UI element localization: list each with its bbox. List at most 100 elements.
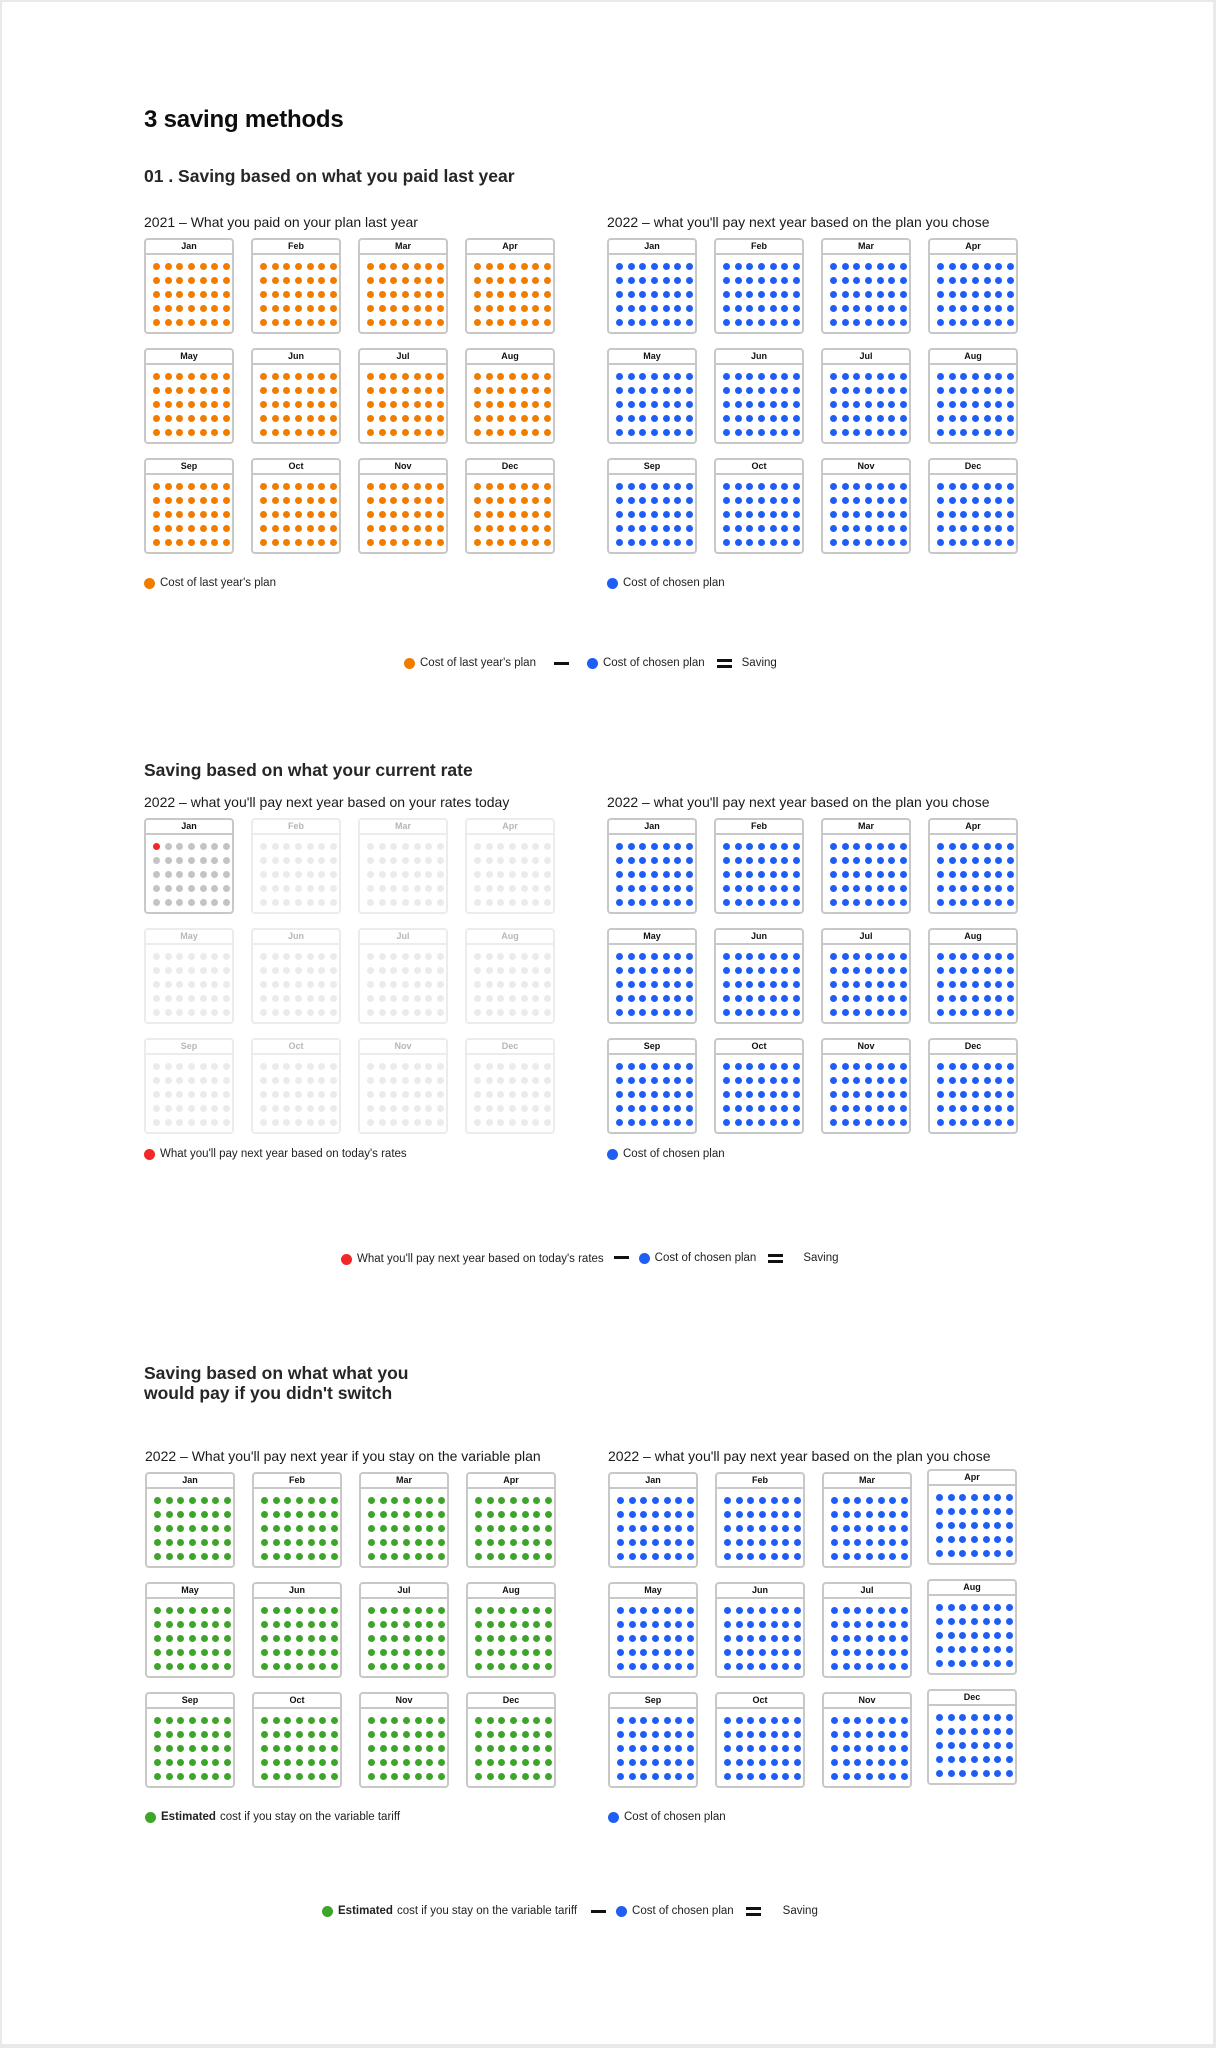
legend-dot-icon: [145, 1811, 156, 1823]
day-dot: [261, 1663, 268, 1670]
day-dot: [378, 277, 386, 284]
day-dot: [888, 277, 896, 284]
day-grid: [823, 365, 909, 436]
day-dot: [223, 291, 231, 298]
day-dot: [723, 277, 730, 284]
day-dot: [627, 539, 635, 546]
equals-icon: [716, 658, 732, 668]
day-dot: [889, 1539, 897, 1546]
day-dot: [367, 1119, 374, 1126]
day-dot: [686, 843, 694, 850]
day-dot: [972, 843, 980, 850]
day-dot: [960, 511, 968, 518]
day-dot: [331, 1717, 339, 1724]
day-dot: [616, 401, 623, 408]
day-dot: [164, 511, 172, 518]
day-dot: [367, 415, 374, 422]
day-dot: [510, 1607, 518, 1614]
day-dot: [628, 1553, 636, 1560]
day-dot: [425, 373, 433, 380]
day-dot: [521, 1731, 529, 1738]
day-dot: [616, 1119, 623, 1126]
day-dot: [853, 429, 861, 436]
day-dot: [723, 1105, 730, 1112]
day-dot: [948, 373, 956, 380]
day-dot: [177, 1525, 185, 1532]
day-dot: [876, 1009, 884, 1016]
day-dot: [865, 967, 873, 974]
day-dot: [200, 1759, 208, 1766]
day-dot: [781, 511, 789, 518]
day-dot: [545, 1773, 553, 1780]
month-label: Jan: [609, 240, 695, 255]
day-dot: [437, 1077, 445, 1084]
day-grid: [360, 1055, 446, 1126]
day-dot: [475, 1621, 482, 1628]
day-dot: [888, 401, 896, 408]
day-dot: [284, 1773, 292, 1780]
day-dot: [330, 305, 338, 312]
day-dot: [544, 497, 552, 504]
day-dot: [425, 497, 433, 504]
day-dot: [747, 1525, 755, 1532]
day-dot: [272, 1773, 280, 1780]
day-dot: [224, 1539, 232, 1546]
day-dot: [414, 1539, 422, 1546]
day-dot: [261, 1607, 268, 1614]
day-dot: [426, 1717, 434, 1724]
day-dot: [318, 539, 326, 546]
day-dot: [1007, 1077, 1015, 1084]
day-dot: [306, 263, 314, 270]
day-dot: [937, 1063, 944, 1070]
day-dot: [223, 967, 231, 974]
day-dot: [474, 511, 481, 518]
day-dot: [212, 1663, 220, 1670]
day-dot: [948, 1105, 956, 1112]
day-dot: [509, 497, 517, 504]
day-dot: [284, 1497, 292, 1504]
day-dot: [211, 277, 219, 284]
day-dot: [960, 1077, 968, 1084]
day-dot: [403, 1525, 411, 1532]
day-dot: [176, 885, 184, 892]
day-dot: [616, 899, 623, 906]
month-calendar-jan: Jan: [607, 238, 697, 334]
day-dot: [391, 1511, 399, 1518]
day-dot: [188, 953, 196, 960]
legend-label: Cost of chosen plan: [624, 1811, 726, 1823]
day-dot: [663, 1731, 671, 1738]
day-dot: [330, 1009, 338, 1016]
day-dot: [378, 539, 386, 546]
month-label: Nov: [360, 460, 446, 475]
day-dot: [995, 263, 1003, 270]
day-dot: [283, 953, 291, 960]
day-dot: [331, 1759, 339, 1766]
day-dot: [318, 497, 326, 504]
day-dot: [687, 1511, 695, 1518]
day-dot: [960, 415, 968, 422]
day-dot: [888, 1009, 896, 1016]
day-dot: [889, 1663, 897, 1670]
day-dot: [426, 1745, 434, 1752]
day-dot: [831, 1745, 838, 1752]
day-dot: [995, 483, 1003, 490]
day-dot: [475, 1525, 482, 1532]
day-dot: [544, 373, 552, 380]
day-dot: [510, 1745, 518, 1752]
day-dot: [437, 387, 445, 394]
day-dot: [865, 857, 873, 864]
month-calendar-aug: Aug: [465, 928, 555, 1024]
day-dot: [425, 291, 433, 298]
day-dot: [414, 1663, 422, 1670]
day-dot: [319, 1525, 327, 1532]
day-dot: [211, 525, 219, 532]
day-dot: [663, 1745, 671, 1752]
day-dot: [402, 1009, 410, 1016]
day-dot: [475, 1773, 482, 1780]
day-dot: [830, 483, 837, 490]
month-calendar-jul: Jul: [359, 1582, 449, 1678]
day-dot: [1007, 539, 1015, 546]
day-dot: [544, 415, 552, 422]
day-dot: [900, 401, 908, 408]
day-dot: [331, 1553, 339, 1560]
